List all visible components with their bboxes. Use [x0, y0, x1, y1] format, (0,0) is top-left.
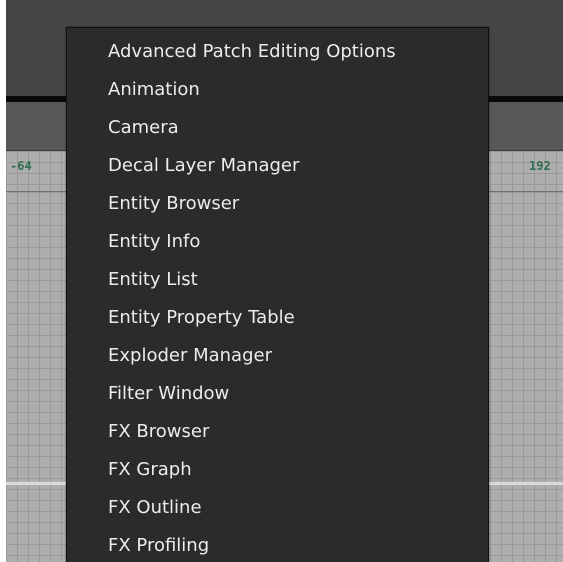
- menu-list: Advanced Patch Editing Options Animation…: [67, 28, 488, 562]
- menu-item-animation[interactable]: Animation: [67, 71, 488, 109]
- menu-item-entity-info[interactable]: Entity Info: [67, 223, 488, 261]
- menu-item-entity-property-table[interactable]: Entity Property Table: [67, 299, 488, 337]
- menu-item-entity-list[interactable]: Entity List: [67, 261, 488, 299]
- menu-item-camera[interactable]: Camera: [67, 109, 488, 147]
- menu-item-fx-outline[interactable]: FX Outline: [67, 489, 488, 527]
- menu-item-filter-window[interactable]: Filter Window: [67, 375, 488, 413]
- menu-item-fx-profiling[interactable]: FX Profiling: [67, 527, 488, 562]
- menu-item-advanced-patch-editing-options[interactable]: Advanced Patch Editing Options: [67, 33, 488, 71]
- editor-window: -64 192 Advanced Patch Editing Options A…: [0, 0, 563, 562]
- menu-item-entity-browser[interactable]: Entity Browser: [67, 185, 488, 223]
- menu-item-exploder-manager[interactable]: Exploder Manager: [67, 337, 488, 375]
- menu-item-decal-layer-manager[interactable]: Decal Layer Manager: [67, 147, 488, 185]
- coord-label-left: -64: [10, 159, 32, 173]
- window-menu-dropdown: Advanced Patch Editing Options Animation…: [66, 27, 489, 562]
- menu-item-fx-graph[interactable]: FX Graph: [67, 451, 488, 489]
- menu-item-fx-browser[interactable]: FX Browser: [67, 413, 488, 451]
- coord-label-right: 192: [529, 159, 551, 173]
